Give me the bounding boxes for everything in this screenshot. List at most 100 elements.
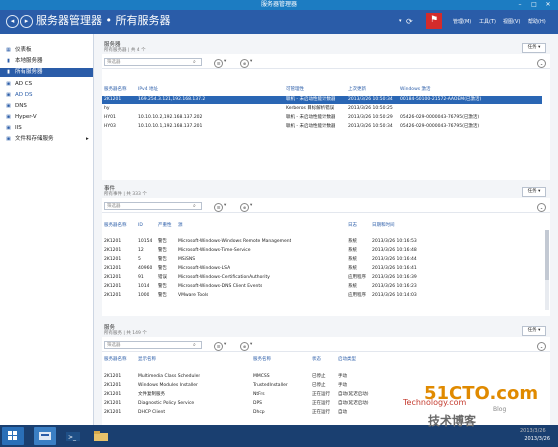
filter-options-icon[interactable]: ☰ <box>214 59 223 68</box>
servers-filter-input[interactable]: 筛选器 <box>104 58 202 66</box>
watermark-site: Technology.com <box>403 398 467 407</box>
start-button[interactable] <box>2 427 24 445</box>
menu-manage[interactable]: 管理(M) <box>453 18 471 25</box>
filter-options-icon[interactable]: ☰ <box>214 203 223 212</box>
sidebar-item-ad-cs[interactable]: ▣ AD CS <box>0 80 93 89</box>
role-icon: ▣ <box>6 92 11 98</box>
column-header[interactable]: 启动类型 <box>338 356 356 364</box>
page-title: 服务器管理器 • 所有服务器 <box>36 14 171 27</box>
maximize-button[interactable]: □ <box>528 0 540 10</box>
sidebar-item-ad-ds[interactable]: ▣ AD DS <box>0 91 93 100</box>
events-scrollbar[interactable] <box>545 230 549 310</box>
dropdown-icon[interactable]: ▾ <box>399 18 402 24</box>
servers-panel-subtitle: 所有服务器 | 共 4 个 <box>104 48 146 53</box>
forward-button[interactable]: ▸ <box>20 15 33 28</box>
table-row[interactable]: 2K1201 91 错误 Microsoft-Windows-Certificatio… <box>102 274 542 282</box>
sidebar: ▦ 仪表板 ▮ 本地服务器 ▮ 所有服务器 ▣ AD CS ▣ AD DS ▣ DNS ▣ H… <box>0 34 94 425</box>
column-header[interactable]: IPv4 地址 <box>138 86 158 94</box>
search-icon[interactable]: ⌕ <box>193 203 196 209</box>
column-header[interactable]: 服务器名称 <box>104 356 127 364</box>
menu-tools[interactable]: 工具(T) <box>479 18 496 25</box>
main-content: 服务器 所有服务器 | 共 4 个 任务 ▾ 筛选器 ⌕ ☰ ▾ ⊕ ▾ ⌄ 服… <box>94 34 558 425</box>
servers-panel: 服务器 所有服务器 | 共 4 个 任务 ▾ 筛选器 ⌕ ☰ ▾ ⊕ ▾ ⌄ 服… <box>102 40 550 180</box>
chevron-down-icon[interactable]: ▾ <box>250 59 252 64</box>
column-header[interactable]: 服务名称 <box>253 356 271 364</box>
chevron-right-icon: ▸ <box>86 136 89 142</box>
events-panel: 事件 所有事件 | 共 333 个 任务 ▾ 筛选器 ⌕ ☰ ▾ ⊕ ▾ ⌄ 服… <box>102 184 550 316</box>
collapse-icon[interactable]: ⌄ <box>537 203 546 212</box>
criteria-icon[interactable]: ⊕ <box>240 59 249 68</box>
taskbar-date: 2013/3/26 <box>524 436 550 442</box>
servers-tasks-button[interactable]: 任务 ▾ <box>522 43 546 53</box>
collapse-icon[interactable]: ⌄ <box>537 342 546 351</box>
table-row[interactable]: HY03 10.10.10.1,192.168.137.201 联机 - 未启动… <box>102 123 542 131</box>
explorer-taskbar-icon[interactable] <box>90 427 112 445</box>
table-row[interactable]: HY01 10.10.10.2,192.168.137.202 联机 - 未启动… <box>102 114 542 122</box>
table-row[interactable]: 2K1201 40960 警告 Microsoft-Windows-LSA 系统 2013… <box>102 265 542 273</box>
column-header[interactable]: 上次更新 <box>348 86 366 94</box>
folder-icon <box>94 431 108 441</box>
search-icon[interactable]: ⌕ <box>193 59 196 65</box>
servers-table-header: 服务器名称 IPv4 地址 可管理性 上次更新 Windows 激活 <box>102 86 550 94</box>
chevron-down-icon[interactable]: ▾ <box>250 203 252 208</box>
server-manager-taskbar-icon[interactable] <box>34 427 56 445</box>
table-row[interactable]: 2K1201 169.254.3.121,192.168.137.2 联机 - … <box>102 96 542 104</box>
services-filter-bar: 筛选器 ⌕ ☰ ▾ ⊕ ▾ ⌄ <box>102 339 550 352</box>
table-row[interactable]: 2K1201 12 警告 Microsoft-Windows-Time-Service… <box>102 247 542 255</box>
notifications-flag-icon[interactable]: ⚑ <box>426 13 442 29</box>
column-header[interactable]: 服务器名称 <box>104 222 127 230</box>
search-icon[interactable]: ⌕ <box>193 342 196 348</box>
column-header[interactable]: 日志 <box>348 222 357 230</box>
app-header: ◂ ▸ 服务器管理器 • 所有服务器 ⟳ ▾ ⚑ 管理(M) 工具(T) 视图(… <box>0 10 558 34</box>
chevron-down-icon[interactable]: ▾ <box>250 342 252 347</box>
column-header[interactable]: Windows 激活 <box>400 86 431 94</box>
column-header[interactable]: ID <box>138 222 143 230</box>
criteria-icon[interactable]: ⊕ <box>240 342 249 351</box>
powershell-taskbar-icon[interactable]: >_ <box>62 427 84 445</box>
windows-logo-icon <box>8 431 17 440</box>
events-filter-input[interactable]: 筛选器 <box>104 202 202 210</box>
server-icon: ▮ <box>7 58 10 64</box>
chevron-down-icon[interactable]: ▾ <box>224 342 226 347</box>
table-row[interactable]: 2K1201 5 警告 MSiSNS 系统 2013/3/26 10:16:44 <box>102 256 542 264</box>
table-row[interactable]: hy Kerberos 目标解析错误 2013/3/26 10:50:25 <box>102 105 542 113</box>
minimize-button[interactable]: – <box>514 0 526 10</box>
role-icon: ▣ <box>6 81 11 87</box>
sidebar-item-iis[interactable]: ▣ IIS <box>0 124 93 133</box>
criteria-icon[interactable]: ⊕ <box>240 203 249 212</box>
refresh-icon[interactable]: ⟳ <box>406 17 413 26</box>
sidebar-item-file-storage[interactable]: ▣ 文件和存储服务 ▸ <box>0 135 93 144</box>
collapse-icon[interactable]: ⌄ <box>537 59 546 68</box>
table-row[interactable]: 2K1201 Multimedia Class Scheduler MMCSS 已停止… <box>102 373 542 381</box>
table-row[interactable]: 2K1201 1000 警告 VMware Tools 应用程序 2013/3/26 10… <box>102 292 542 300</box>
close-button[interactable]: ✕ <box>542 0 554 10</box>
column-header[interactable]: 日期和时间 <box>372 222 395 230</box>
sidebar-item-local-server[interactable]: ▮ 本地服务器 <box>0 57 93 66</box>
column-header[interactable]: 严重性 <box>158 222 172 230</box>
back-button[interactable]: ◂ <box>6 15 19 28</box>
column-header[interactable]: 可管理性 <box>286 86 304 94</box>
role-icon: ▣ <box>6 103 11 109</box>
chevron-down-icon[interactable]: ▾ <box>224 59 226 64</box>
services-tasks-button[interactable]: 任务 ▾ <box>522 326 546 336</box>
column-header[interactable]: 状态 <box>312 356 321 364</box>
sidebar-item-all-servers[interactable]: ▮ 所有服务器 <box>0 68 93 77</box>
services-filter-input[interactable]: 筛选器 <box>104 341 202 349</box>
chevron-down-icon[interactable]: ▾ <box>224 203 226 208</box>
table-row[interactable]: 2K1201 1014 警告 Microsoft-Windows-DNS Client… <box>102 283 542 291</box>
menu-help[interactable]: 帮助(H) <box>528 18 546 25</box>
events-panel-subtitle: 所有事件 | 共 333 个 <box>104 192 147 197</box>
menu-view[interactable]: 视图(V) <box>503 18 520 25</box>
column-header[interactable]: 服务器名称 <box>104 86 127 94</box>
dashboard-icon: ▦ <box>6 47 11 53</box>
sidebar-item-dashboard[interactable]: ▦ 仪表板 <box>0 46 93 55</box>
events-tasks-button[interactable]: 任务 ▾ <box>522 187 546 197</box>
sidebar-item-hyper-v[interactable]: ▣ Hyper-V <box>0 113 93 122</box>
watermark-blog: Blog <box>493 406 507 413</box>
column-header[interactable]: 显示名称 <box>138 356 156 364</box>
table-row[interactable]: 2K1201 10154 警告 Microsoft-Windows-Windows R… <box>102 238 542 246</box>
column-header[interactable]: 源 <box>178 222 183 230</box>
events-scrollbar-thumb[interactable] <box>545 230 549 280</box>
filter-options-icon[interactable]: ☰ <box>214 342 223 351</box>
sidebar-item-dns[interactable]: ▣ DNS <box>0 102 93 111</box>
